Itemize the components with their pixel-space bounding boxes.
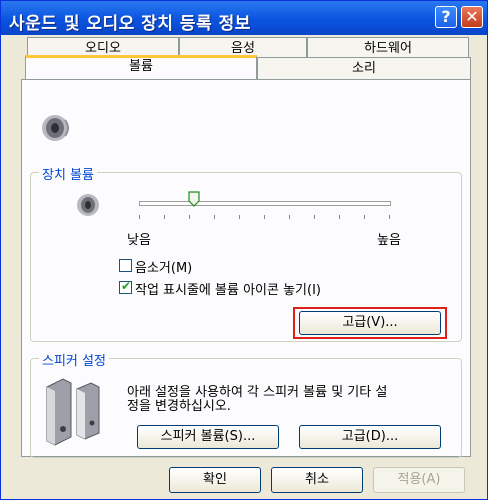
- mute-label[interactable]: 음소거(M): [135, 257, 192, 276]
- volume-high-label: 높음: [377, 233, 401, 248]
- tab-hardware[interactable]: 하드웨어: [307, 37, 469, 59]
- slider-ticks: [139, 215, 391, 221]
- slider-tick: [389, 215, 390, 219]
- tab-volume[interactable]: 볼륨: [25, 55, 257, 79]
- help-button[interactable]: ?: [435, 6, 457, 28]
- device-volume-group: 장치 볼륨 낮음 높음 음소거(M) ✔ 작업 표시줄에 볼륨 아이콘 놓기(I: [30, 164, 462, 342]
- cancel-button[interactable]: 취소: [271, 467, 363, 493]
- tab-strip: 오디오 음성 하드웨어 볼륨 소리: [1, 35, 487, 79]
- slider-tick: [289, 215, 290, 219]
- tab-sounds[interactable]: 소리: [257, 57, 471, 79]
- title-bar[interactable]: 사운드 및 오디오 장치 등록 정보 ? ✕: [1, 1, 487, 35]
- speaker-settings-group-label: 스피커 설정: [39, 350, 109, 369]
- slider-tick: [314, 215, 315, 219]
- speaker-settings-group: 스피커 설정 아래 설정을 사용하여 각 스피커 볼륨 및 기타 설 정을 변경…: [30, 350, 462, 458]
- apply-button[interactable]: 적용(A): [373, 467, 465, 493]
- slider-tick: [189, 215, 190, 219]
- slider-tick: [364, 215, 365, 219]
- close-button[interactable]: ✕: [461, 6, 483, 28]
- ok-button[interactable]: 확인: [169, 467, 261, 493]
- volume-tab-panel: 장치 볼륨 낮음 높음 음소거(M) ✔ 작업 표시줄에 볼륨 아이콘 놓기(I: [21, 79, 471, 458]
- slider-track: [139, 201, 391, 206]
- volume-slider[interactable]: [139, 189, 391, 221]
- speaker-advanced-button[interactable]: 고급(D)...: [299, 425, 441, 449]
- slider-thumb[interactable]: [188, 191, 200, 207]
- slider-tick: [264, 215, 265, 219]
- slider-tick: [164, 215, 165, 219]
- speaker-description-line2: 정을 변경하십시오.: [127, 399, 231, 414]
- slider-tick: [139, 215, 140, 219]
- small-speaker-icon: [77, 194, 99, 216]
- speaker-volume-button[interactable]: 스피커 볼륨(S)...: [137, 425, 279, 449]
- mute-checkbox[interactable]: [119, 259, 132, 272]
- slider-tick: [214, 215, 215, 219]
- taskbar-icon-label[interactable]: 작업 표시줄에 볼륨 아이콘 놓기(I): [135, 279, 321, 298]
- device-volume-group-label: 장치 볼륨: [39, 164, 97, 183]
- dialog-window: 사운드 및 오디오 장치 등록 정보 ? ✕ 오디오 음성 하드웨어 볼륨 소리…: [0, 0, 488, 500]
- speakers-icon: [46, 378, 100, 446]
- advanced-volume-button[interactable]: 고급(V)...: [299, 311, 441, 335]
- taskbar-icon-checkbox[interactable]: ✔: [119, 279, 132, 294]
- speaker-icon: [42, 115, 69, 141]
- checkmark-icon: ✔: [121, 279, 132, 293]
- slider-tick: [239, 215, 240, 219]
- slider-tick: [339, 215, 340, 219]
- window-title: 사운드 및 오디오 장치 등록 정보: [9, 14, 251, 34]
- volume-low-label: 낮음: [127, 233, 151, 248]
